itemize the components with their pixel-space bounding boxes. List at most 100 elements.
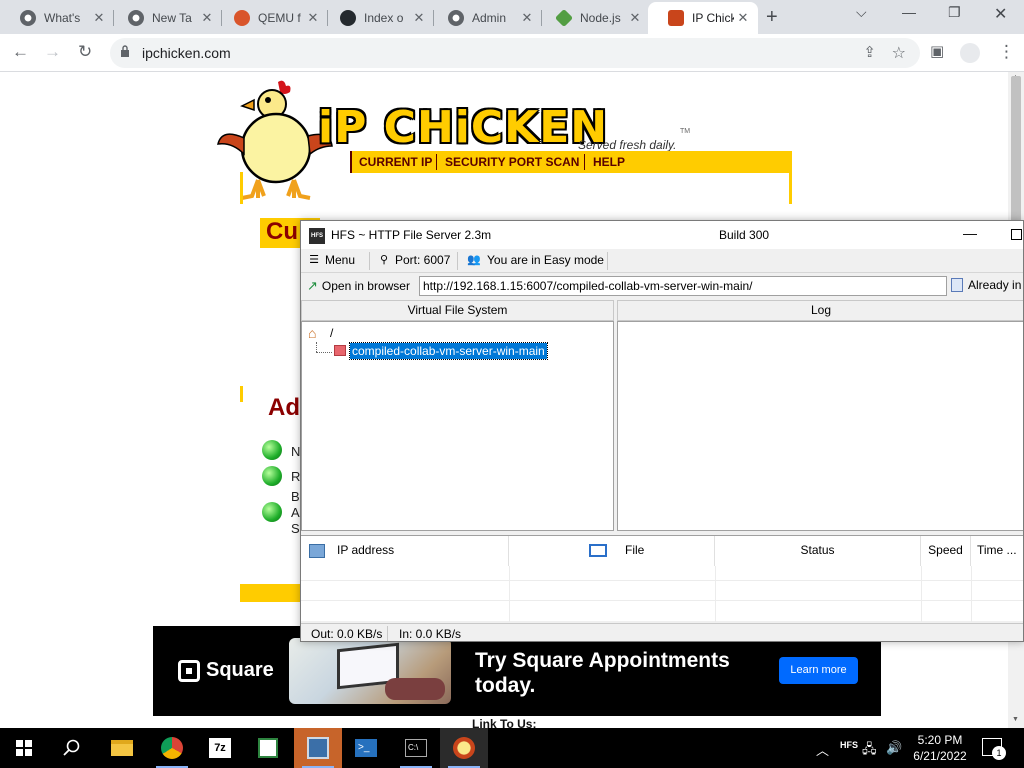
hfs-icon xyxy=(307,737,329,759)
back-icon[interactable]: ← xyxy=(12,42,29,62)
browser-tab[interactable]: What's ✕ xyxy=(0,2,114,34)
window-icon xyxy=(589,544,607,557)
browser-tab[interactable]: New Ta ✕ xyxy=(108,2,222,34)
column-ip-address[interactable]: IP address xyxy=(301,536,509,566)
minimize-window-button[interactable]: — xyxy=(902,4,916,20)
tab-search-icon[interactable]: ⌵ xyxy=(856,4,867,21)
ad-photo xyxy=(289,638,451,704)
7zip-icon: 7z xyxy=(209,738,231,758)
taskbar-file-explorer[interactable] xyxy=(98,728,146,768)
taskbar-notepad[interactable] xyxy=(244,728,292,768)
open-in-browser-button[interactable]: ↗ Open in browser xyxy=(307,278,410,294)
close-window-button[interactable]: ✕ xyxy=(994,4,1007,24)
nav-current-ip[interactable]: CURRENT IP xyxy=(359,155,432,169)
taskbar-ipchicken[interactable] xyxy=(440,728,488,768)
tree-folder-item-selected[interactable]: compiled-collab-vm-server-win-main xyxy=(349,342,548,360)
powershell-icon: >_ xyxy=(355,739,377,757)
virtual-file-system-tree[interactable]: ⌂ / compiled-collab-vm-server-win-main xyxy=(301,321,614,531)
clipboard-icon xyxy=(951,278,963,292)
address-bar[interactable]: ipchicken.com ⇪ ☆ xyxy=(110,38,920,68)
show-hidden-icons-chevron[interactable]: ︿ xyxy=(816,740,829,759)
close-tab-icon[interactable]: ✕ xyxy=(410,10,428,26)
plug-icon: ⚲ xyxy=(379,254,389,266)
scroll-down-icon[interactable]: ▼ xyxy=(1012,716,1019,723)
green-bullet-icon xyxy=(262,440,282,460)
trademark-mark: TM xyxy=(680,128,691,135)
github-icon xyxy=(340,10,356,26)
chrome-icon xyxy=(128,10,144,26)
side-panel-icon[interactable]: ▣ xyxy=(930,42,944,60)
start-button[interactable] xyxy=(0,728,48,768)
learn-more-button[interactable]: Learn more xyxy=(779,657,858,684)
reload-icon[interactable]: ↻ xyxy=(78,42,92,62)
list-item-text: A xyxy=(291,505,300,520)
taskbar-clock[interactable]: 5:20 PM 6/21/2022 xyxy=(908,732,972,764)
list-item-text: R xyxy=(291,469,301,484)
hfs-titlebar[interactable]: HFS HFS ~ HTTP File Server 2.3m Build 30… xyxy=(301,221,1023,249)
tree-connector xyxy=(316,352,332,353)
hfs-mode-button[interactable]: 👥 You are in Easy mode xyxy=(465,253,604,267)
bookmark-star-icon[interactable]: ☆ xyxy=(892,43,906,63)
vfs-header: Virtual File System xyxy=(301,300,614,321)
browser-tab[interactable]: QEMU f ✕ xyxy=(214,2,328,34)
hfs-url-field[interactable]: http://192.168.1.15:6007/compiled-collab… xyxy=(419,276,947,296)
list-item-text: S xyxy=(291,521,300,536)
browser-tab[interactable]: Admin ✕ xyxy=(428,2,542,34)
taskbar-chrome[interactable] xyxy=(148,728,196,768)
chrome-icon xyxy=(161,737,183,759)
hfs-menu-button[interactable]: ☰ Menu xyxy=(307,253,355,267)
nav-security-port-scan[interactable]: SECURITY PORT SCAN xyxy=(445,155,579,169)
menu-divider xyxy=(607,252,608,270)
column-time[interactable]: Time ... xyxy=(971,536,1023,566)
nav-help[interactable]: HELP xyxy=(593,155,625,169)
status-in-speed: In: 0.0 KB/s xyxy=(399,627,462,641)
hfs-minimize-button[interactable]: — xyxy=(963,225,977,241)
list-col-divider xyxy=(921,566,922,622)
tree-root-node[interactable]: ⌂ / xyxy=(308,326,333,340)
browser-tab-active[interactable]: IP Chick ✕ xyxy=(648,2,758,34)
close-tab-icon[interactable]: ✕ xyxy=(90,10,108,26)
list-col-divider xyxy=(509,566,510,622)
network-tray-icon[interactable]: 🖧 xyxy=(862,740,877,762)
browser-toolbar: ← → ↻ ipchicken.com ⇪ ☆ ▣ ⋮ xyxy=(0,34,1024,72)
menu-icon: ☰ xyxy=(309,254,319,266)
hfs-port-button[interactable]: ⚲ Port: 6007 xyxy=(377,253,450,267)
restore-window-button[interactable]: ❐ xyxy=(948,4,961,21)
close-tab-icon[interactable]: ✕ xyxy=(734,10,752,26)
connections-list[interactable]: IP address File Status Speed Time ... xyxy=(301,535,1023,622)
notification-center-icon[interactable]: 1 xyxy=(982,738,1006,760)
list-row-divider xyxy=(301,600,1023,601)
column-speed[interactable]: Speed xyxy=(921,536,971,566)
more-menu-icon[interactable]: ⋮ xyxy=(998,42,1015,62)
folder-icon xyxy=(334,345,346,356)
taskbar-cmd[interactable]: C:\ xyxy=(392,728,440,768)
link-to-us-heading: Link To Us: xyxy=(472,717,537,728)
logo-wordmark[interactable]: iP CHiCKEN xyxy=(318,102,608,153)
search-button[interactable] xyxy=(48,728,96,768)
hfs-tray-icon[interactable]: HFS xyxy=(840,740,858,750)
scrollbar-thumb[interactable] xyxy=(1011,76,1021,226)
already-in-clipboard-button[interactable]: Already in xyxy=(951,278,1021,292)
volume-icon[interactable]: 🔊 xyxy=(886,740,902,756)
taskbar-7zip[interactable]: 7z xyxy=(196,728,244,768)
profile-avatar-icon[interactable] xyxy=(960,43,980,63)
square-logo-icon xyxy=(178,660,200,682)
close-tab-icon[interactable]: ✕ xyxy=(518,10,536,26)
browser-tab[interactable]: Node.js ✕ xyxy=(536,2,650,34)
share-icon[interactable]: ⇪ xyxy=(863,43,876,61)
list-item-text: N xyxy=(291,444,301,459)
close-tab-icon[interactable]: ✕ xyxy=(626,10,644,26)
hfs-window: HFS HFS ~ HTTP File Server 2.3m Build 30… xyxy=(300,220,1024,642)
taskbar-hfs[interactable] xyxy=(294,728,342,768)
green-bullet-icon xyxy=(262,466,282,486)
hfs-menubar: ☰ Menu ⚲ Port: 6007 👥 You are in Easy mo… xyxy=(301,249,1023,273)
browser-tab[interactable]: Index o ✕ xyxy=(320,2,434,34)
column-status[interactable]: Status xyxy=(715,536,921,566)
taskbar-powershell[interactable]: >_ xyxy=(342,728,390,768)
hfs-app-icon: HFS xyxy=(309,228,325,244)
forward-icon[interactable]: → xyxy=(44,42,61,62)
log-pane[interactable] xyxy=(617,321,1023,531)
column-file[interactable]: File xyxy=(509,536,715,566)
new-tab-button[interactable]: + xyxy=(766,6,778,29)
hfs-maximize-button[interactable] xyxy=(1011,229,1022,240)
